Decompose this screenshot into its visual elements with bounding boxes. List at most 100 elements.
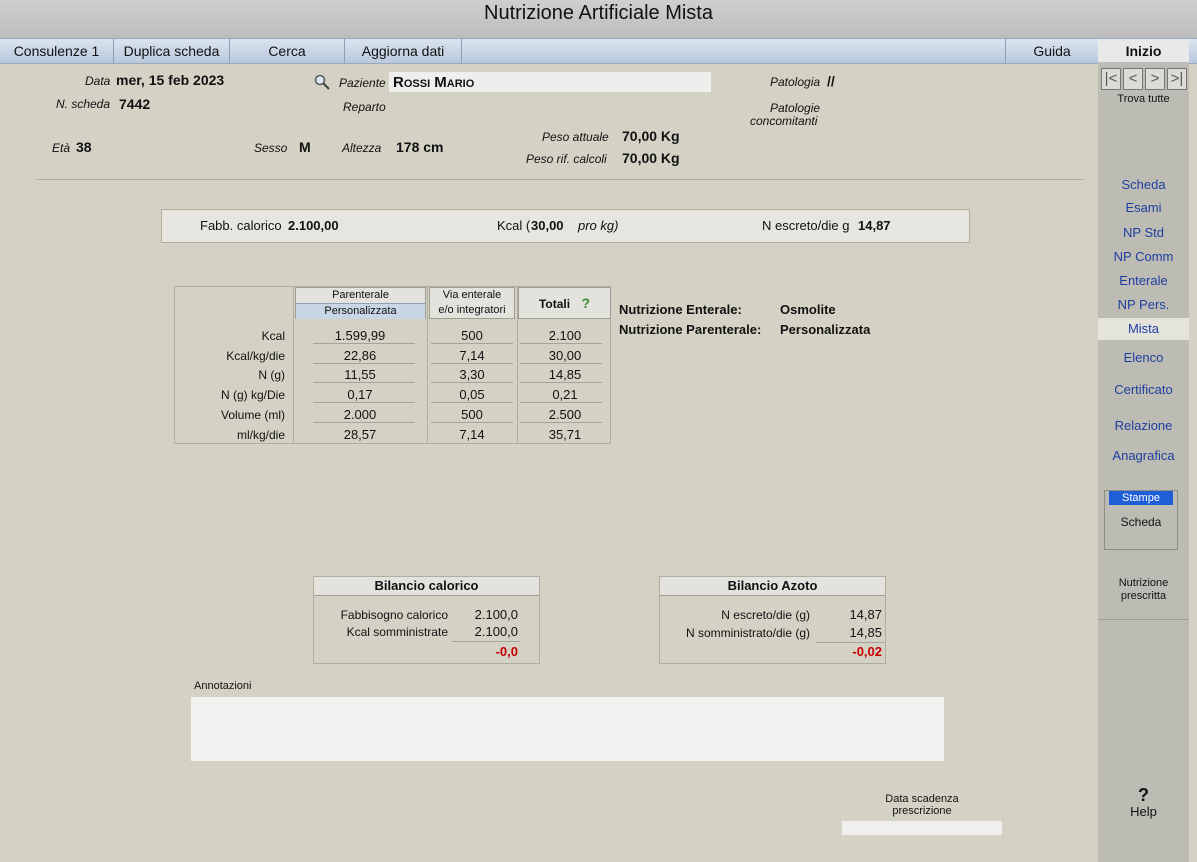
menu-bar: Consulenze 1 Duplica scheda Cerca Aggior… [0, 38, 1197, 64]
row-underline [313, 422, 415, 423]
row-underline [431, 422, 513, 423]
nscheda-value: 7442 [119, 96, 151, 112]
row-label: Kcal/kg/die [226, 349, 285, 363]
paziente-label: Paziente [339, 76, 386, 90]
col-enterale-line1: Via enterale [442, 289, 502, 301]
peso-attuale-label: Peso attuale [542, 130, 609, 144]
row-enterale: 500 [461, 328, 483, 343]
sidebar-item-np-std[interactable]: NP Std [1098, 225, 1189, 240]
sidebar-item-np-comm[interactable]: NP Comm [1098, 249, 1189, 264]
fabb-label: Fabb. calorico [200, 218, 282, 233]
sidebar-divider [1098, 619, 1189, 620]
consulenze-button[interactable]: Consulenze 1 [0, 39, 114, 63]
patologie-concomitanti-label-1: Patologie [770, 101, 821, 115]
enterale-label: Nutrizione Enterale: [619, 302, 742, 317]
patologia-label: Patologia [770, 75, 821, 89]
row-totali: 14,85 [548, 367, 582, 382]
inizio-button[interactable]: Inizio [1098, 39, 1189, 63]
row-enterale: 7,14 [459, 427, 485, 442]
sidebar-item-esami[interactable]: Esami [1098, 200, 1189, 215]
help-button[interactable]: ? Help [1098, 786, 1189, 819]
reparto-label: Reparto [343, 100, 386, 114]
nutrizione-prescritta-line2: prescritta [1120, 590, 1167, 602]
prev-record-button[interactable]: < [1123, 68, 1143, 90]
nescreto-value: 14,87 [858, 218, 891, 233]
grid-separator-2 [427, 287, 428, 443]
help-question-icon[interactable]: ? [581, 295, 590, 311]
row-parenterale: 1.599,99 [334, 328, 386, 343]
peso-rif-value: 70,00 Kg [622, 150, 680, 166]
sum-line [452, 641, 520, 642]
nutrition-table: Parenterale Personalizzata Via enterale … [174, 286, 611, 444]
search-icon[interactable] [314, 74, 330, 90]
first-record-button[interactable]: |< [1101, 68, 1121, 90]
duplica-scheda-button[interactable]: Duplica scheda [114, 39, 230, 63]
next-record-button[interactable]: > [1145, 68, 1165, 90]
stampa-scheda-button[interactable]: Scheda [1105, 515, 1177, 529]
row-label: ml/kg/die [236, 428, 285, 442]
row-underline [313, 363, 415, 364]
col-parenterale-line1: Parenterale [332, 289, 389, 301]
sidebar-item-enterale[interactable]: Enterale [1098, 273, 1189, 288]
last-record-button[interactable]: >| [1167, 68, 1187, 90]
n-somministrato-value: 14,85 [849, 625, 882, 640]
cerca-button[interactable]: Cerca [230, 39, 345, 63]
window-title-bar: Nutrizione Artificiale Mista [0, 0, 1197, 38]
paziente-field[interactable]: Rossi Mario [389, 72, 711, 92]
row-underline [431, 402, 513, 403]
bilancio-calorico-panel: Bilancio calorico Fabbisogno calorico 2.… [313, 576, 540, 664]
row-label: N (g) [258, 368, 285, 382]
data-label: Data [85, 74, 111, 88]
bilancio-azoto-result: -0,02 [852, 644, 882, 659]
row-underline [313, 402, 415, 403]
trova-tutte-button[interactable]: Trova tutte [1098, 93, 1189, 105]
col-parenterale-header[interactable]: Parenterale Personalizzata [295, 287, 426, 319]
fabbisogno-label: Fabbisogno calorico [340, 608, 448, 622]
row-totali: 30,00 [548, 348, 582, 363]
col-enterale-header: Via enterale e/o integratori [429, 287, 515, 319]
stampe-group: Stampe Scheda [1104, 490, 1178, 550]
sidebar-item-anagrafica[interactable]: Anagrafica [1098, 448, 1189, 463]
parenterale-label: Nutrizione Parenterale: [619, 322, 762, 337]
bilancio-azoto-title: Bilancio Azoto [660, 577, 885, 596]
sidebar-item-elenco[interactable]: Elenco [1098, 350, 1189, 365]
sidebar-item-certificato[interactable]: Certificato [1098, 382, 1189, 397]
aggiorna-dati-button[interactable]: Aggiorna dati [345, 39, 462, 63]
sidebar-item-mista[interactable]: Mista [1098, 318, 1189, 340]
enterale-value: Osmolite [780, 302, 836, 317]
nutrizione-prescritta-button[interactable]: Nutrizione prescritta [1098, 577, 1189, 603]
col-totali-label: Totali [538, 297, 571, 311]
sesso-value: M [299, 139, 311, 155]
col-parenterale-line2: Personalizzata [296, 303, 425, 319]
data-value: mer, 15 feb 2023 [116, 72, 225, 88]
sidebar-item-np-pers[interactable]: NP Pers. [1098, 297, 1189, 312]
row-underline [431, 363, 513, 364]
row-enterale: 7,14 [459, 348, 485, 363]
row-parenterale: 11,55 [344, 367, 376, 382]
bilancio-azoto-panel: Bilancio Azoto N escreto/die (g) 14,87 N… [659, 576, 886, 664]
sidebar-item-scheda[interactable]: Scheda [1098, 177, 1189, 192]
row-totali: 2.100 [548, 328, 582, 343]
annotazioni-textarea[interactable] [191, 697, 944, 761]
sidebar-item-relazione[interactable]: Relazione [1098, 418, 1189, 433]
row-underline [313, 343, 415, 344]
guida-button[interactable]: Guida [1005, 39, 1099, 63]
bilancio-calorico-result: -0,0 [495, 644, 518, 659]
grid-separator-1 [293, 287, 294, 443]
annotazioni-label: Annotazioni [194, 680, 252, 692]
row-underline [520, 382, 602, 383]
row-underline [520, 422, 602, 423]
patologie-concomitanti-label-2: concomitanti [750, 114, 818, 128]
data-scadenza-line1: Data scadenza [885, 793, 959, 805]
kcal-somministrate-label: Kcal somministrate [346, 625, 448, 639]
fabbisogno-value: 2.100,0 [474, 607, 518, 622]
data-scadenza-field[interactable] [842, 821, 1002, 835]
patologia-value: // [827, 73, 835, 89]
kcal-somministrate-value: 2.100,0 [474, 624, 518, 639]
window-title: Nutrizione Artificiale Mista [484, 2, 713, 24]
row-label: Volume (ml) [220, 408, 285, 422]
row-label: Kcal [261, 329, 285, 343]
row-underline [520, 343, 602, 344]
caloric-summary-bar: Fabb. calorico 2.100,00 Kcal ( 30,00 pro… [161, 209, 970, 243]
nescreto-label: N escreto/die g [762, 218, 850, 233]
